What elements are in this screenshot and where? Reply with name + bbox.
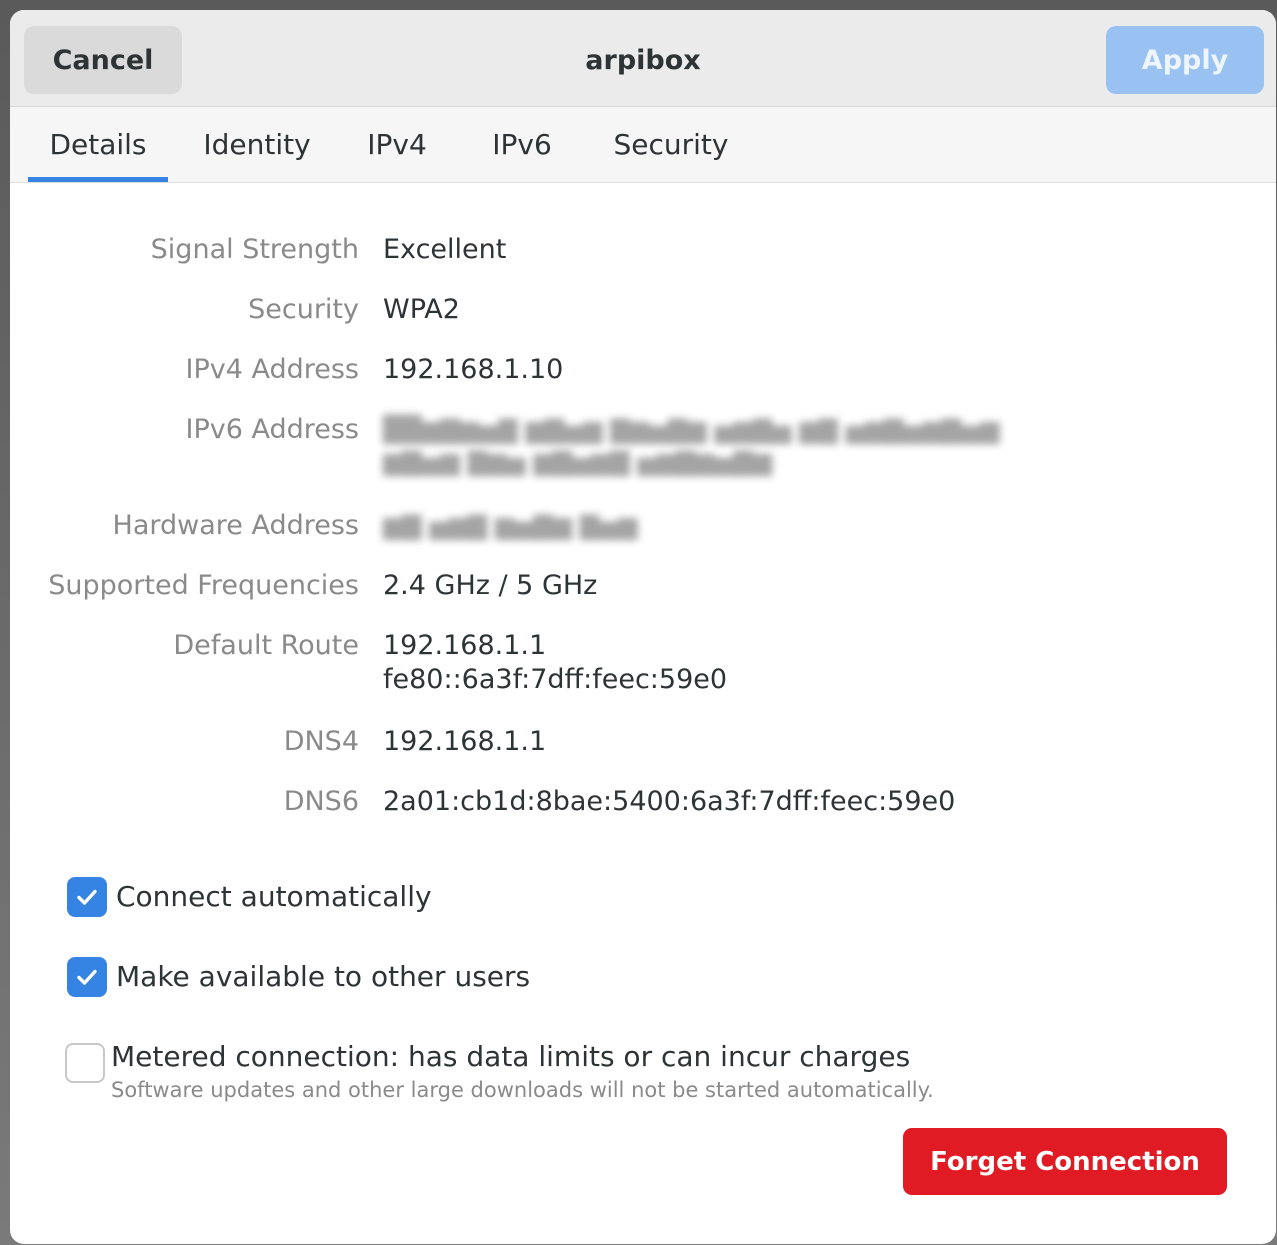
supported-frequencies-value: 2.4 GHz / 5 GHz [383,570,598,601]
dns4-value: 192.168.1.1 [383,726,547,757]
metered-connection-sublabel: Software updates and other large downloa… [111,1078,934,1102]
security-label: Security [248,294,359,325]
tab-identity[interactable]: Identity [186,107,328,182]
ipv6-address-redacted: ██▆▇▆▅▇ ▆▇▅▆ ▇▆▅▇▆ ▅▆▇▅ ▆▇ ▅▆▇▅▆▇▅▆ [383,415,1000,444]
supported-frequencies-label: Supported Frequencies [48,570,359,601]
ipv6-address-redacted-line2: ▆▇▅▆ ▇▆▅ ▆▇▅▆▇ ▅▆▇▆▅▇▆ [383,447,773,476]
tab-details[interactable]: Details [28,107,168,182]
details-panel: Signal Strength Excellent Security WPA2 … [10,183,1276,1244]
available-to-others-label: Make available to other users [116,960,531,993]
connect-automatically-option[interactable]: Connect automatically [67,877,432,917]
default-route-value-ipv4: 192.168.1.1 [383,630,547,661]
hardware-address-label: Hardware Address [112,510,359,541]
tab-ipv4[interactable]: IPv4 [346,107,448,182]
connect-automatically-checkbox[interactable] [67,877,107,917]
metered-connection-text: Metered connection: has data limits or c… [111,1037,934,1103]
dialog-header: Cancel arpibox Apply [10,10,1276,107]
dns6-label: DNS6 [283,786,359,817]
apply-button[interactable]: Apply [1106,26,1264,94]
metered-connection-option[interactable]: Metered connection: has data limits or c… [65,1037,934,1103]
tab-bar: Details Identity IPv4 IPv6 Security [10,107,1276,183]
ipv4-address-value: 192.168.1.10 [383,354,564,385]
metered-connection-label: Metered connection: has data limits or c… [111,1040,911,1073]
ipv6-address-label: IPv6 Address [185,414,359,445]
dns4-label: DNS4 [283,726,359,757]
cancel-button[interactable]: Cancel [24,26,182,94]
security-value: WPA2 [383,294,460,325]
connection-settings-dialog: Cancel arpibox Apply Details Identity IP… [10,10,1276,1244]
metered-connection-checkbox[interactable] [65,1043,105,1083]
default-route-value-ipv6: fe80::6a3f:7dff:feec:59e0 [383,664,728,695]
signal-strength-value: Excellent [383,234,507,265]
connect-automatically-label: Connect automatically [116,880,432,913]
signal-strength-label: Signal Strength [150,234,359,265]
tab-ipv6[interactable]: IPv6 [470,107,574,182]
tab-security[interactable]: Security [598,107,744,182]
dns6-value: 2a01:cb1d:8bae:5400:6a3f:7dff:feec:59e0 [383,786,956,817]
forget-connection-button[interactable]: Forget Connection [903,1128,1227,1195]
checkmark-icon [77,969,97,985]
checkmark-icon [77,889,97,905]
available-to-others-option[interactable]: Make available to other users [67,957,530,997]
hardware-address-redacted: ▆▇ ▅▆▇ ▆▅▇▆ ▇▅▆ [383,511,638,540]
ipv4-address-label: IPv4 Address [185,354,359,385]
dialog-title: arpibox [585,44,701,76]
available-to-others-checkbox[interactable] [67,957,107,997]
default-route-label: Default Route [173,630,359,661]
